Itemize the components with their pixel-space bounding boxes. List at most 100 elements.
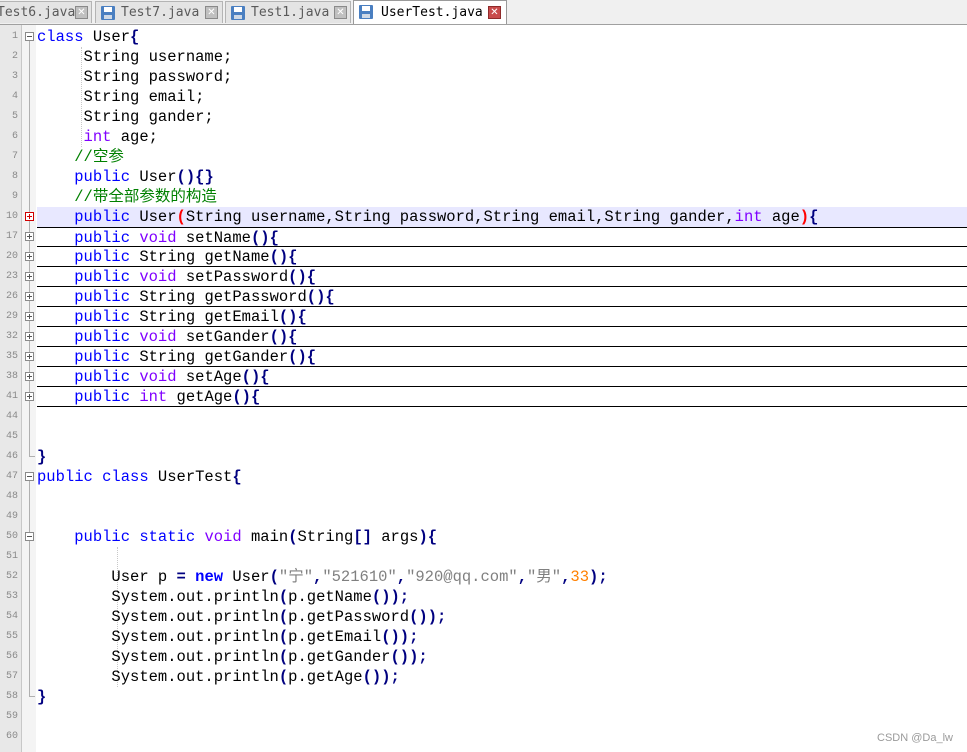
fold-plus-icon[interactable] — [25, 232, 34, 241]
keyword: public — [74, 268, 131, 286]
paren: ( — [269, 568, 279, 586]
identifier: age; — [111, 128, 158, 146]
fold-guide — [29, 456, 35, 457]
code-line: } — [37, 447, 967, 467]
tab-test6[interactable]: Test6.java ✕ — [0, 1, 92, 23]
code-line: int age; — [37, 127, 967, 147]
close-icon[interactable]: ✕ — [488, 6, 501, 19]
line-number: 29 — [5, 311, 18, 322]
paren: ()); — [371, 588, 410, 606]
save-icon — [231, 6, 245, 20]
fold-minus-icon[interactable] — [25, 472, 34, 481]
brace: (){ — [250, 229, 279, 247]
line-number: 23 — [5, 271, 18, 282]
tab-bar: Test6.java ✕ Test7.java ✕ Test1.java ✕ U… — [0, 0, 967, 25]
keyword: static — [130, 528, 196, 546]
fold-plus-icon[interactable] — [25, 392, 34, 401]
identifier: age — [762, 208, 800, 226]
line-number: 26 — [5, 291, 18, 302]
fold-plus-icon[interactable] — [25, 252, 34, 261]
fold-plus-icon[interactable] — [25, 292, 34, 301]
tab-test7[interactable]: Test7.java ✕ — [95, 1, 223, 23]
paren: ()); — [381, 628, 419, 646]
fold-plus-icon[interactable] — [25, 372, 34, 381]
folded-method: public void setPassword(){ — [37, 267, 967, 287]
bracket: [] — [353, 528, 372, 546]
type-keyword: void — [195, 528, 242, 546]
brace: } — [37, 448, 47, 466]
identifier: main — [241, 528, 289, 546]
identifier: User — [223, 568, 270, 586]
paren: ()); — [409, 608, 447, 626]
line-number: 35 — [5, 351, 18, 362]
fold-plus-icon[interactable] — [25, 312, 34, 321]
close-icon[interactable]: ✕ — [75, 6, 88, 19]
line-number: 4 — [11, 91, 18, 102]
identifier: setPassword — [176, 268, 289, 286]
paren: ()); — [390, 648, 428, 666]
line-number: 60 — [5, 731, 18, 742]
line-number: 41 — [5, 391, 18, 402]
parameters: String username,String password,String e… — [185, 208, 735, 226]
brace: (){ — [278, 308, 307, 326]
type-keyword: int — [734, 208, 763, 226]
line-number: 46 — [5, 451, 18, 462]
code-line: public class UserTest{ — [37, 467, 967, 487]
keyword: public — [74, 528, 131, 546]
type-keyword: int — [83, 128, 112, 146]
line-number: 45 — [5, 431, 18, 442]
line-number: 50 — [5, 531, 18, 542]
close-icon[interactable]: ✕ — [205, 6, 218, 19]
tab-label: Test6.java — [0, 5, 76, 20]
line-number: 9 — [11, 191, 18, 202]
identifier: getPassword — [195, 288, 307, 306]
comma: , — [313, 568, 323, 586]
code-line: class User{ — [37, 27, 967, 47]
close-icon[interactable]: ✕ — [334, 6, 347, 19]
tab-test1[interactable]: Test1.java ✕ — [225, 1, 351, 23]
line-number: 20 — [5, 251, 18, 262]
keyword: new — [195, 568, 224, 586]
folded-method: public void setAge(){ — [37, 367, 967, 387]
identifier: UserTest — [148, 468, 233, 486]
keyword: public — [74, 229, 131, 247]
paren: ( — [278, 608, 289, 626]
keyword: public — [74, 248, 131, 266]
brace: (){ — [288, 268, 317, 286]
brace: ){ — [418, 528, 438, 546]
line-number: 52 — [5, 571, 18, 582]
tab-label: UserTest.java — [381, 5, 483, 20]
paren: ( — [278, 588, 289, 606]
keyword: public — [74, 288, 131, 306]
code-line: String password; — [37, 67, 967, 87]
line-number: 10 — [5, 211, 18, 222]
fold-plus-icon[interactable] — [25, 352, 34, 361]
code-editor[interactable]: class User{ String username; String pass… — [37, 25, 967, 752]
folded-method: public String getPassword(){ — [37, 287, 967, 307]
field-declaration: String gander; — [83, 108, 214, 126]
fold-minus-icon[interactable] — [25, 532, 34, 541]
code-line: String email; — [37, 87, 967, 107]
code-line: System.out.println(p.getAge()); — [37, 667, 967, 687]
fold-minus-icon[interactable] — [25, 32, 34, 41]
tab-label: Test7.java — [121, 5, 200, 20]
identifier: args — [371, 528, 419, 546]
type-keyword: void — [130, 328, 177, 346]
paren: ( — [278, 648, 289, 666]
watermark: CSDN @Da_lw — [877, 732, 953, 744]
fold-plus-icon[interactable] — [25, 272, 34, 281]
brace: { — [130, 28, 140, 46]
save-icon — [359, 5, 373, 19]
line-number: 57 — [5, 671, 18, 682]
fold-plus-icon[interactable] — [25, 332, 34, 341]
line-number: 48 — [5, 491, 18, 502]
fold-plus-icon[interactable] — [25, 212, 34, 221]
tab-usertest[interactable]: UserTest.java ✕ — [353, 0, 507, 24]
number-literal: 33 — [570, 568, 590, 586]
identifier: System.out.println — [111, 648, 279, 666]
line-number-gutter: 1 2 3 4 5 6 7 8 9 10 17 20 23 26 29 32 3… — [0, 25, 22, 752]
line-number: 1 — [11, 31, 18, 42]
code-line: System.out.println(p.getEmail()); — [37, 627, 967, 647]
line-number: 56 — [5, 651, 18, 662]
